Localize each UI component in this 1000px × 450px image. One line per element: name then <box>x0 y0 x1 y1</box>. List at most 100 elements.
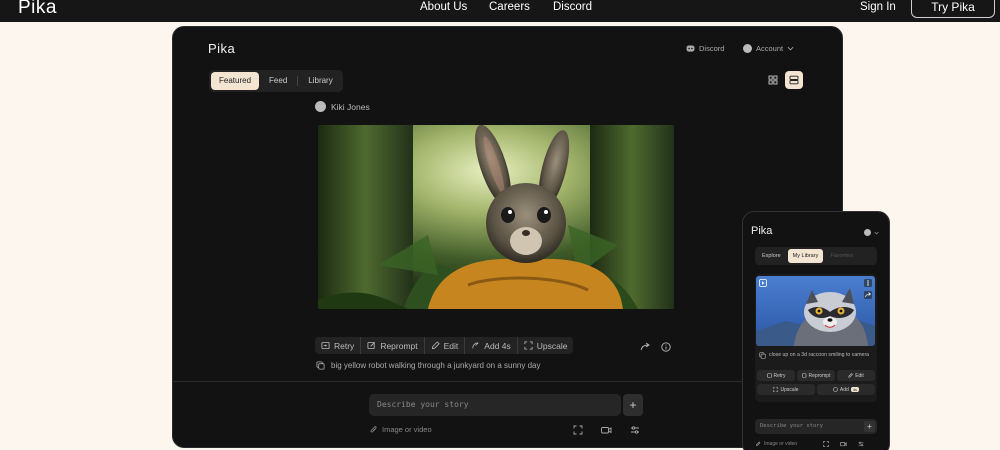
share-icon[interactable] <box>864 291 872 299</box>
top-nav: Pika About Us Careers Discord Sign In Tr… <box>0 0 1000 22</box>
add-button[interactable]: + <box>623 394 643 416</box>
mobile-app-mockup: Pika Explore My Library Favorites close … <box>742 211 890 450</box>
settings-sliders-icon[interactable] <box>630 425 640 435</box>
rabbit-video-frame <box>318 125 674 309</box>
reprompt-icon <box>801 373 806 378</box>
retry-icon <box>766 373 772 378</box>
image-or-video-button[interactable]: Image or video <box>369 425 432 434</box>
reprompt-label: Reprompt <box>380 340 418 351</box>
mobile-reprompt-button[interactable]: Reprompt <box>797 370 835 381</box>
reprompt-icon <box>367 341 376 350</box>
camera-icon[interactable] <box>840 441 847 447</box>
prompt-text: big yellow robot walking through a junky… <box>331 361 541 370</box>
mobile-upscale-button[interactable]: Upscale <box>757 384 815 395</box>
discord-label: Discord <box>699 44 725 53</box>
nav-link-discord[interactable]: Discord <box>553 0 592 14</box>
upscale-button[interactable]: Upscale <box>516 337 574 354</box>
info-button[interactable] <box>661 339 671 357</box>
pika-logo[interactable]: Pika <box>18 0 57 19</box>
aspect-ratio-icon[interactable] <box>823 441 829 447</box>
tab-featured[interactable]: Featured <box>211 72 260 90</box>
nav-link-careers[interactable]: Careers <box>489 0 530 14</box>
mobile-brand: Pika <box>751 225 773 237</box>
camera-icon[interactable] <box>601 425 612 435</box>
avatar <box>864 229 871 236</box>
copy-icon[interactable] <box>316 361 325 370</box>
mobile-story-input[interactable]: Describe your story + <box>755 419 877 434</box>
mobile-add-button-plus[interactable]: + <box>864 421 875 432</box>
mobile-story-placeholder: Describe your story <box>760 423 823 429</box>
upscale-icon <box>773 387 779 392</box>
discord-link[interactable]: Discord <box>686 44 724 53</box>
edit-icon <box>431 341 440 350</box>
add-4s-badge: 4s <box>850 387 860 392</box>
edit-button[interactable]: Edit <box>423 337 465 354</box>
retry-label: Retry <box>334 340 355 351</box>
nav-link-about-us[interactable]: About Us <box>420 0 467 14</box>
author[interactable]: Kiki Jones <box>315 101 370 112</box>
retry-button[interactable]: Retry <box>315 337 360 354</box>
chevron-down-icon <box>787 46 794 51</box>
account-menu[interactable]: Account <box>743 44 794 53</box>
add-4s-label: Add 4s <box>484 340 511 351</box>
copy-icon[interactable] <box>759 352 766 359</box>
upscale-icon <box>524 341 533 350</box>
mobile-video-player[interactable] <box>756 276 875 346</box>
mobile-retry-button[interactable]: Retry <box>757 370 795 381</box>
video-badge-icon <box>759 279 767 287</box>
mobile-add-label: Add <box>839 386 849 393</box>
upscale-label: Upscale <box>536 340 568 351</box>
tab-favorites[interactable]: Favorites <box>825 249 858 263</box>
mobile-edit-label: Edit <box>855 372 864 379</box>
aspect-ratio-icon[interactable] <box>573 425 583 435</box>
mobile-upscale-label: Upscale <box>780 386 799 393</box>
add-time-icon <box>472 342 479 349</box>
video-player[interactable] <box>318 125 674 309</box>
composer-tools <box>573 425 640 435</box>
app-brand: Pika <box>208 41 236 56</box>
list-view-icon <box>789 75 799 85</box>
add-time-icon <box>833 387 838 392</box>
mobile-actions-row-2: Upscale Add 4s <box>757 384 875 395</box>
account-label: Account <box>756 44 784 53</box>
video-actions-bar: Retry Reprompt Edit Add 4s Upscale <box>315 337 574 354</box>
mobile-tabs: Explore My Library Favorites <box>755 247 877 265</box>
mobile-image-or-video-button[interactable]: Image or video <box>755 441 797 447</box>
list-view-button[interactable] <box>785 71 803 89</box>
view-toggle <box>764 71 803 89</box>
raccoon-video-frame <box>756 276 875 346</box>
mobile-add-button[interactable]: Add 4s <box>817 384 875 395</box>
author-avatar <box>315 101 326 112</box>
share-icon <box>640 342 650 351</box>
tab-explore[interactable]: Explore <box>757 249 786 263</box>
info-icon <box>661 342 671 352</box>
add-4s-button[interactable]: Add 4s <box>464 337 516 354</box>
mobile-video-card: close up on a 3d raccoon smiling to came… <box>755 274 877 402</box>
tab-my-library[interactable]: My Library <box>787 249 824 263</box>
sign-in-link[interactable]: Sign In <box>860 0 896 14</box>
paperclip-icon <box>370 426 377 433</box>
edit-label: Edit <box>443 340 459 351</box>
tab-library[interactable]: Library <box>300 72 340 90</box>
story-input[interactable]: Describe your story <box>369 394 621 416</box>
tab-feed[interactable]: Feed <box>261 72 295 90</box>
settings-sliders-icon[interactable] <box>858 441 864 447</box>
avatar <box>743 44 752 53</box>
chevron-down-icon <box>874 231 879 234</box>
mobile-composer-tools <box>823 441 864 447</box>
share-button[interactable] <box>640 339 651 357</box>
try-pika-button[interactable]: Try Pika <box>911 0 995 18</box>
reprompt-button[interactable]: Reprompt <box>360 337 423 354</box>
retry-icon <box>321 341 330 350</box>
mobile-prompt-row: close up on a 3d raccoon smiling to came… <box>759 351 873 359</box>
feed-tabs: Featured Feed Library <box>209 70 343 92</box>
tab-divider <box>297 76 299 86</box>
author-name: Kiki Jones <box>331 101 370 112</box>
more-options-icon[interactable] <box>864 279 872 287</box>
paperclip-icon <box>755 441 761 447</box>
grid-view-button[interactable] <box>764 71 782 89</box>
mobile-edit-button[interactable]: Edit <box>837 370 875 381</box>
mobile-reprompt-label: Reprompt <box>808 372 831 379</box>
mobile-account-menu[interactable] <box>864 229 879 236</box>
grid-icon <box>768 75 778 85</box>
